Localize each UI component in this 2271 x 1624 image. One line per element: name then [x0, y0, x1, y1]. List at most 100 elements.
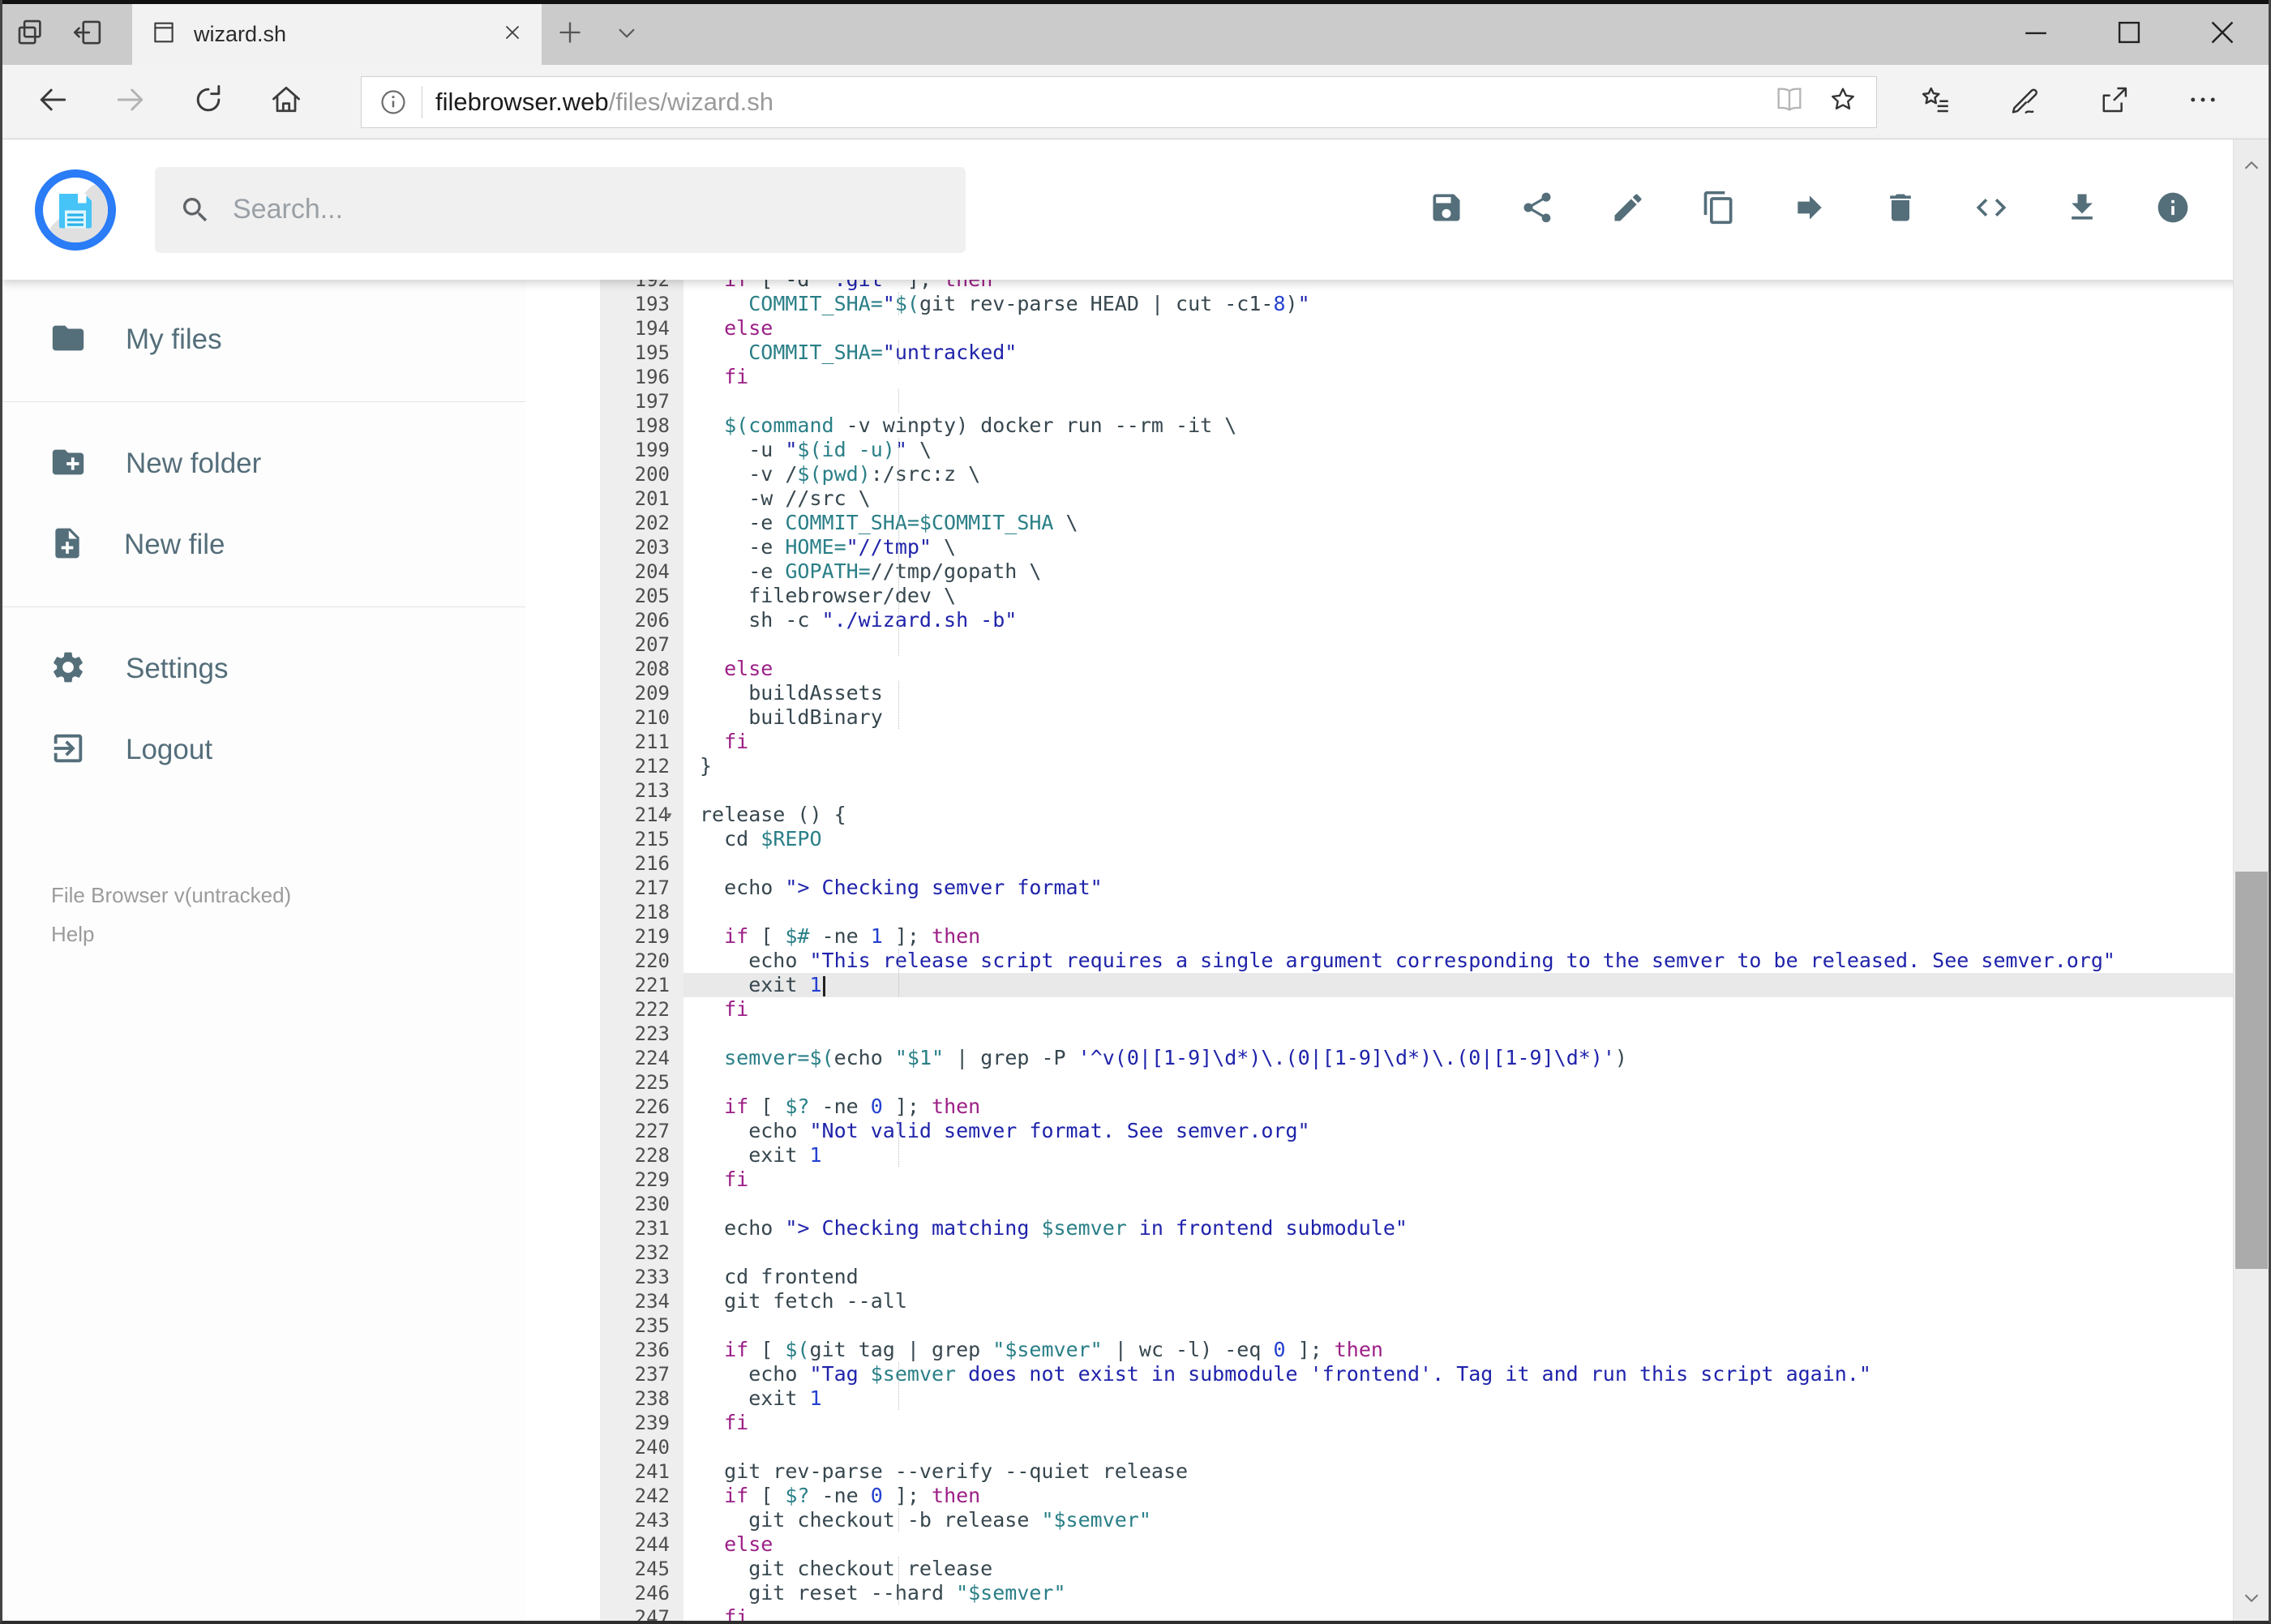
code-line-216[interactable]: 216	[525, 851, 2269, 876]
tab-preview-button[interactable]	[2, 4, 59, 65]
code-line-224[interactable]: 224 semver=$(echo "$1" | grep -P '^v(0|[…	[525, 1046, 2269, 1070]
sidebar-item-logout[interactable]: Logout	[2, 709, 525, 791]
code-line-192[interactable]: 192 if [ -d ".git" ]; then	[525, 280, 2269, 292]
code-line-208[interactable]: 208 else	[525, 657, 2269, 681]
code-line-239[interactable]: 239 fi	[525, 1411, 2269, 1435]
favorites-hub-button[interactable]	[1901, 83, 1969, 121]
tabs-aside-button[interactable]	[59, 4, 116, 65]
reading-view-button[interactable]	[1763, 77, 1816, 127]
forward-button[interactable]	[92, 82, 169, 122]
code-line-223[interactable]: 223	[525, 1022, 2269, 1046]
code-line-241[interactable]: 241 git rev-parse --verify --quiet relea…	[525, 1459, 2269, 1484]
code-line-243[interactable]: 243 git checkout -b release "$semver"	[525, 1508, 2269, 1532]
code-line-200[interactable]: 200 -v /$(pwd):/src:z \	[525, 462, 2269, 486]
web-notes-button[interactable]	[1990, 83, 2059, 121]
download-button[interactable]	[2063, 191, 2101, 229]
home-button[interactable]	[247, 82, 325, 122]
code-line-240[interactable]: 240	[525, 1435, 2269, 1459]
code-button[interactable]	[1973, 191, 2010, 229]
search-input[interactable]: Search...	[155, 166, 966, 253]
code-line-227[interactable]: 227 echo "Not valid semver format. See s…	[525, 1119, 2269, 1143]
code-line-205[interactable]: 205 filebrowser/dev \	[525, 584, 2269, 608]
delete-button[interactable]	[1882, 191, 1919, 229]
code-line-221[interactable]: 221 exit 1	[525, 973, 2269, 997]
code-line-246[interactable]: 246 git reset --hard "$semver"	[525, 1581, 2269, 1605]
code-editor[interactable]: 192 if [ -d ".git" ]; then193 COMMIT_SHA…	[525, 280, 2269, 1621]
code-line-225[interactable]: 225	[525, 1070, 2269, 1095]
code-line-229[interactable]: 229 fi	[525, 1168, 2269, 1192]
code-line-217[interactable]: 217 echo "> Checking semver format"	[525, 876, 2269, 900]
address-bar[interactable]: filebrowser.web/files/wizard.sh	[361, 75, 1877, 128]
code-line-209[interactable]: 209 buildAssets	[525, 681, 2269, 705]
code-line-232[interactable]: 232	[525, 1240, 2269, 1265]
new-tab-button[interactable]	[542, 16, 598, 53]
code-line-235[interactable]: 235	[525, 1313, 2269, 1338]
code-line-210[interactable]: 210 buildBinary	[525, 705, 2269, 730]
code-line-204[interactable]: 204 -e GOPATH=//tmp/gopath \	[525, 559, 2269, 584]
more-options-button[interactable]	[2169, 83, 2237, 121]
code-line-198[interactable]: 198 $(command -v winpty) docker run --rm…	[525, 413, 2269, 438]
minimize-button[interactable]	[1989, 4, 2082, 65]
sidebar-item-settings[interactable]: Settings	[2, 628, 525, 709]
scrollbar-thumb[interactable]	[2235, 872, 2268, 1269]
fold-marker-icon[interactable]: ▾	[666, 803, 673, 827]
code-line-207[interactable]: 207	[525, 632, 2269, 657]
sidebar-item-new-folder[interactable]: New folder	[2, 423, 525, 504]
favorite-star-button[interactable]	[1816, 77, 1870, 127]
code-line-228[interactable]: 228 exit 1	[525, 1143, 2269, 1168]
code-line-222[interactable]: 222 fi	[525, 997, 2269, 1022]
code-line-201[interactable]: 201 -w //src \	[525, 486, 2269, 511]
code-line-220[interactable]: 220 echo "This release script requires a…	[525, 949, 2269, 973]
code-line-193[interactable]: 193 COMMIT_SHA="$(git rev-parse HEAD | c…	[525, 292, 2269, 316]
code-line-237[interactable]: 237 echo "Tag $semver does not exist in …	[525, 1362, 2269, 1386]
code-line-226[interactable]: 226 if [ $? -ne 0 ]; then	[525, 1095, 2269, 1119]
code-line-195[interactable]: 195 COMMIT_SHA="untracked"	[525, 341, 2269, 365]
code-line-212[interactable]: 212}	[525, 754, 2269, 778]
code-line-234[interactable]: 234 git fetch --all	[525, 1289, 2269, 1313]
code-line-242[interactable]: 242 if [ $? -ne 0 ]; then	[525, 1484, 2269, 1508]
back-button[interactable]	[14, 82, 92, 122]
move-button[interactable]	[1791, 191, 1828, 229]
active-tab[interactable]: wizard.sh	[132, 4, 542, 65]
share-page-button[interactable]	[2080, 83, 2148, 121]
code-line-211[interactable]: 211 fi	[525, 730, 2269, 754]
code-line-203[interactable]: 203 -e HOME="//tmp" \	[525, 535, 2269, 559]
maximize-button[interactable]	[2082, 4, 2175, 65]
code-line-215[interactable]: 215 cd $REPO	[525, 827, 2269, 851]
sidebar-item-new-file[interactable]: New file	[2, 504, 525, 585]
code-line-219[interactable]: 219 if [ $# -ne 1 ]; then	[525, 924, 2269, 949]
filebrowser-logo[interactable]	[35, 169, 116, 251]
code-line-230[interactable]: 230	[525, 1192, 2269, 1216]
scroll-up-button[interactable]	[2234, 146, 2269, 185]
code-line-202[interactable]: 202 -e COMMIT_SHA=$COMMIT_SHA \	[525, 511, 2269, 535]
page-scrollbar[interactable]	[2233, 139, 2269, 1621]
code-line-194[interactable]: 194 else	[525, 316, 2269, 341]
code-line-197[interactable]: 197	[525, 389, 2269, 413]
site-info-icon[interactable]	[373, 85, 422, 118]
copy-button[interactable]	[1700, 191, 1738, 229]
info-button[interactable]	[2154, 191, 2192, 229]
code-line-199[interactable]: 199 -u "$(id -u)" \	[525, 438, 2269, 462]
close-button[interactable]	[2175, 4, 2269, 65]
code-line-236[interactable]: 236 if [ $(git tag | grep "$semver" | wc…	[525, 1338, 2269, 1362]
code-line-244[interactable]: 244 else	[525, 1532, 2269, 1557]
code-line-196[interactable]: 196 fi	[525, 365, 2269, 389]
code-line-213[interactable]: 213	[525, 778, 2269, 803]
refresh-button[interactable]	[169, 82, 247, 122]
share-button[interactable]	[1519, 191, 1556, 229]
tab-close-button[interactable]	[501, 21, 524, 48]
code-line-233[interactable]: 233 cd frontend	[525, 1265, 2269, 1289]
code-line-245[interactable]: 245 git checkout release	[525, 1557, 2269, 1581]
tab-list-button[interactable]	[598, 18, 655, 51]
edit-button[interactable]	[1609, 191, 1647, 229]
code-line-218[interactable]: 218	[525, 900, 2269, 924]
scroll-down-button[interactable]	[2234, 1579, 2269, 1618]
code-line-214[interactable]: 214 ▾ release () {	[525, 803, 2269, 827]
save-button[interactable]	[1428, 191, 1465, 229]
help-link[interactable]: Help	[51, 915, 525, 953]
code-line-247[interactable]: 247 fi	[525, 1605, 2269, 1621]
code-line-231[interactable]: 231 echo "> Checking matching $semver in…	[525, 1216, 2269, 1240]
code-line-238[interactable]: 238 exit 1	[525, 1386, 2269, 1411]
url-text[interactable]: filebrowser.web/files/wizard.sh	[435, 88, 1763, 117]
sidebar-item-my-files[interactable]: My files	[2, 299, 525, 380]
